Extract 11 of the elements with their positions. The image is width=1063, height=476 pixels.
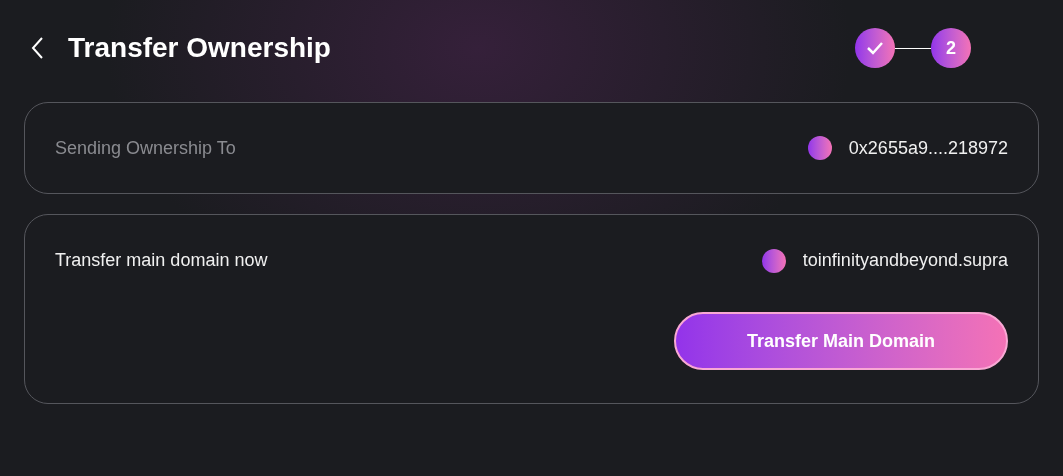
- back-icon[interactable]: [30, 36, 44, 60]
- check-icon: [866, 41, 884, 55]
- field-label: Transfer main domain now: [55, 249, 268, 272]
- transfer-main-domain-button[interactable]: Transfer Main Domain: [674, 312, 1008, 370]
- avatar-icon: [807, 136, 832, 160]
- avatar-icon: [761, 248, 786, 273]
- page-title: Transfer Ownership: [68, 31, 331, 65]
- field-label: Sending Ownership To: [55, 136, 236, 160]
- step-indicator: 2: [931, 28, 971, 68]
- domain-name: toinfinityandbeyond.supra: [802, 249, 1008, 272]
- wallet-address: 0x2655a9....218972: [848, 136, 1008, 160]
